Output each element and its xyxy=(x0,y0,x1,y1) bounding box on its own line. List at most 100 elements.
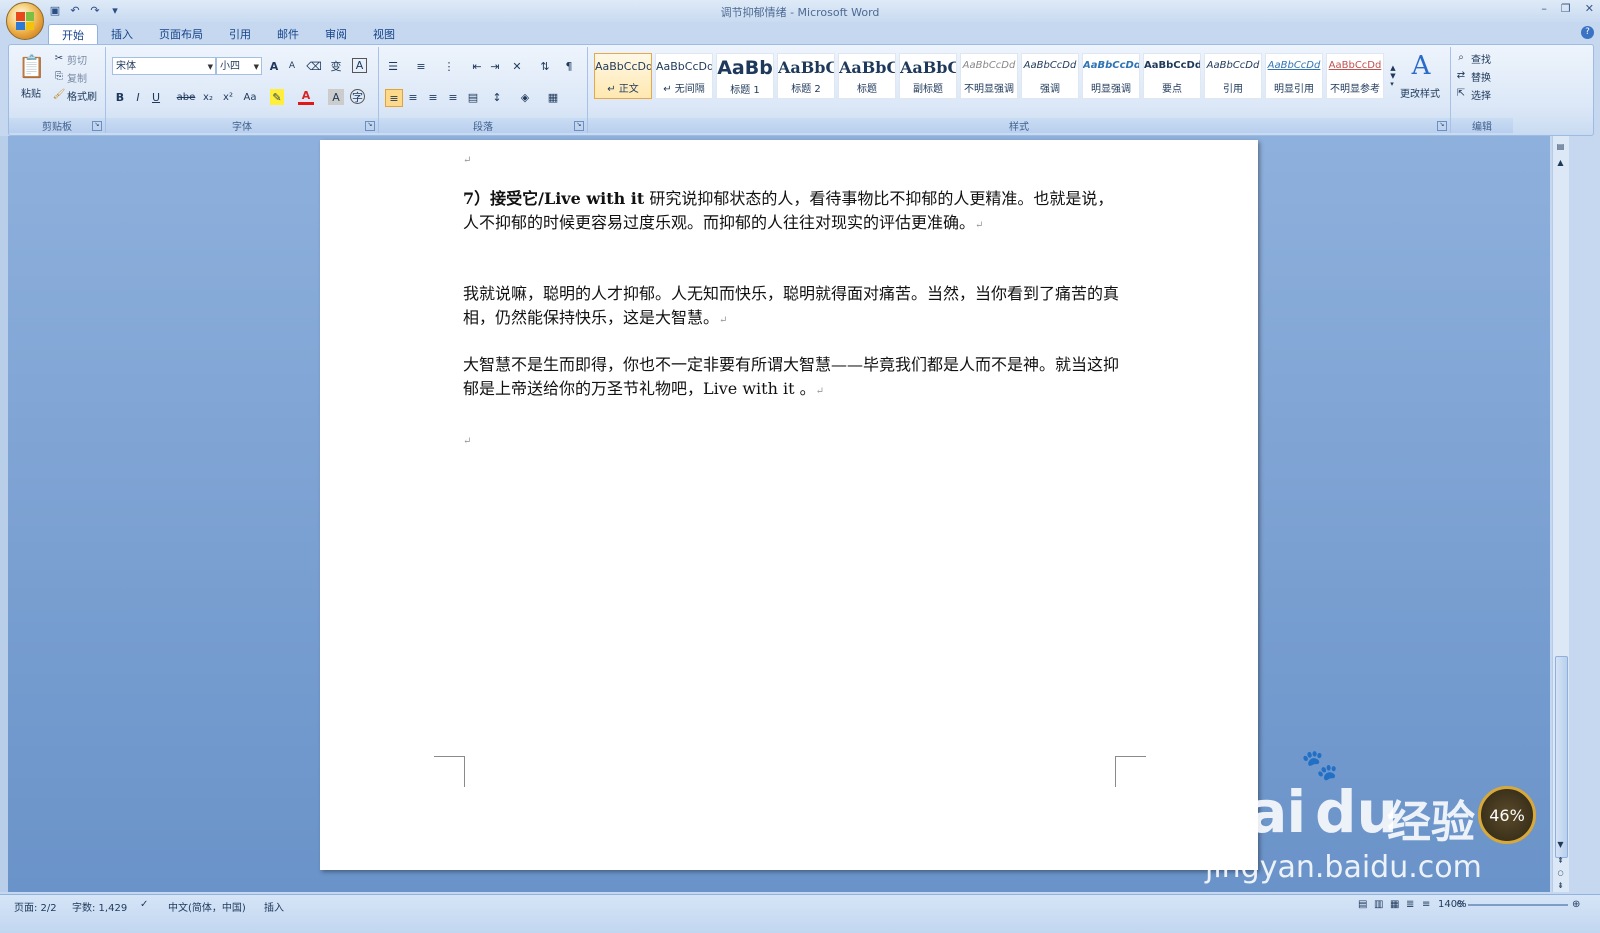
strikethrough-button[interactable]: abe xyxy=(176,89,196,105)
subscript-button[interactable]: x₂ xyxy=(200,89,216,105)
font-launcher-icon[interactable]: ↘ xyxy=(365,121,375,131)
language-indicator[interactable]: 中文(简体，中国) xyxy=(168,899,246,914)
browse-object-icon[interactable]: ○ xyxy=(1554,868,1567,878)
style-heading-1[interactable]: AaBb 标题 1 xyxy=(716,53,774,99)
insert-mode[interactable]: 插入 xyxy=(264,899,284,914)
scroll-up-icon[interactable]: ▲ xyxy=(1554,156,1567,168)
sort-icon[interactable]: ⇅ xyxy=(537,58,553,74)
web-layout-view-icon[interactable]: ▦ xyxy=(1390,899,1399,910)
scroll-thumb[interactable] xyxy=(1555,656,1568,858)
align-right-icon[interactable]: ≡ xyxy=(425,89,441,105)
clipboard-launcher-icon[interactable]: ↘ xyxy=(92,121,102,131)
draft-view-icon[interactable]: ≡ xyxy=(1422,899,1430,910)
paragraph-3[interactable]: 大智慧不是生而即得，你也不一定非要有所谓大智慧——毕竟我们都是人而不是神。就当这… xyxy=(463,353,1123,404)
font-name-combo[interactable]: 宋体 ▼ xyxy=(112,57,216,75)
styles-scroll-icon[interactable]: ▲ ▼ ▾ xyxy=(1388,53,1398,99)
highlight-icon[interactable]: ✎ xyxy=(270,89,284,105)
copy-icon[interactable]: ⎘ xyxy=(53,70,65,82)
font-color-icon[interactable]: A xyxy=(298,89,314,105)
proofing-icon[interactable]: ✓ xyxy=(140,899,148,910)
char-shading-icon[interactable]: A xyxy=(328,89,344,105)
style-subtle-reference[interactable]: AaBbCcDd 不明显参考 xyxy=(1326,53,1384,99)
style-normal[interactable]: AaBbCcDd ↵ 正文 xyxy=(594,53,652,99)
paste-icon[interactable]: 📋 xyxy=(18,53,45,81)
multilevel-list-icon[interactable]: ⋮ xyxy=(441,58,457,74)
superscript-button[interactable]: x² xyxy=(220,89,236,105)
chinese-layout-icon[interactable]: ✕ xyxy=(509,58,525,74)
numbering-icon[interactable]: ≡ xyxy=(413,58,429,74)
style-emphasis[interactable]: AaBbCcDd 强调 xyxy=(1021,53,1079,99)
distributed-icon[interactable]: ▤ xyxy=(465,89,481,105)
style-strong[interactable]: AaBbCcDd 要点 xyxy=(1143,53,1201,99)
style-subtitle[interactable]: AaBbC 副标题 xyxy=(899,53,957,99)
font-size-combo[interactable]: 小四 ▼ xyxy=(216,57,262,75)
scroll-down-icon[interactable]: ▼ xyxy=(1554,838,1567,850)
tab-home[interactable]: 开始 xyxy=(48,24,98,44)
line-spacing-icon[interactable]: ↕ xyxy=(489,89,505,105)
vertical-scrollbar[interactable]: ▤ ▲ ▼ ⇞ ○ ⇟ xyxy=(1552,136,1569,892)
style-intense-quote[interactable]: AaBbCcDd 明显引用 xyxy=(1265,53,1323,99)
help-icon[interactable]: ? xyxy=(1581,26,1594,39)
change-case-button[interactable]: Aa xyxy=(240,89,260,105)
clear-format-icon[interactable]: ⌫ xyxy=(306,58,322,74)
find-label[interactable]: 查找 xyxy=(1471,51,1491,66)
full-screen-view-icon[interactable]: ▥ xyxy=(1374,899,1383,910)
save-icon[interactable]: ▣ xyxy=(48,3,62,17)
minimize-icon[interactable]: – xyxy=(1541,2,1547,15)
restore-icon[interactable]: ❐ xyxy=(1561,2,1571,15)
tab-view[interactable]: 视图 xyxy=(360,24,408,44)
zoom-slider[interactable] xyxy=(1468,904,1568,906)
show-marks-icon[interactable]: ¶ xyxy=(561,58,577,74)
style-title[interactable]: AaBbC 标题 xyxy=(838,53,896,99)
paste-label[interactable]: 粘贴 xyxy=(21,85,41,100)
word-count[interactable]: 字数: 1,429 xyxy=(72,899,127,914)
styles-launcher-icon[interactable]: ↘ xyxy=(1437,121,1447,131)
prev-page-icon[interactable]: ⇞ xyxy=(1554,854,1567,866)
tab-mailings[interactable]: 邮件 xyxy=(264,24,312,44)
redo-icon[interactable]: ↷ xyxy=(88,3,102,17)
format-painter-icon[interactable]: 🖌 xyxy=(53,88,66,100)
document-page[interactable]: ↵ 7）接受它/Live with it 研究说抑郁状态的人，看待事物比不抑郁的… xyxy=(320,140,1258,870)
justify-icon[interactable]: ≡ xyxy=(445,89,461,105)
style-no-spacing[interactable]: AaBbCcDd ↵ 无间隔 xyxy=(655,53,713,99)
style-quote[interactable]: AaBbCcDd 引用 xyxy=(1204,53,1262,99)
ruler-toggle-icon[interactable]: ▤ xyxy=(1554,140,1567,152)
paragraph-launcher-icon[interactable]: ↘ xyxy=(574,121,584,131)
customize-qat-icon[interactable]: ▾ xyxy=(108,3,122,17)
underline-button[interactable]: U xyxy=(148,89,164,105)
paragraph-1[interactable]: 7）接受它/Live with it 研究说抑郁状态的人，看待事物比不抑郁的人更… xyxy=(463,187,1123,238)
char-border-icon[interactable]: A xyxy=(352,58,367,73)
phonetic-guide-icon[interactable]: 变 xyxy=(328,58,344,74)
borders-icon[interactable]: ▦ xyxy=(545,89,561,105)
style-subtle-emphasis[interactable]: AaBbCcDd 不明显强调 xyxy=(960,53,1018,99)
align-center-icon[interactable]: ≡ xyxy=(405,89,421,105)
select-label[interactable]: 选择 xyxy=(1471,87,1491,102)
style-intense-emphasis[interactable]: AaBbCcDd 明显强调 xyxy=(1082,53,1140,99)
copy-label[interactable]: 复制 xyxy=(67,70,87,85)
enclose-char-icon[interactable]: 字 xyxy=(350,89,365,104)
bold-button[interactable]: B xyxy=(112,89,128,105)
italic-button[interactable]: I xyxy=(130,89,146,105)
bullets-icon[interactable]: ☰ xyxy=(385,58,401,74)
zoom-in-icon[interactable]: ⊕ xyxy=(1572,899,1580,910)
increase-indent-icon[interactable]: ⇥ xyxy=(487,58,503,74)
tab-review[interactable]: 审阅 xyxy=(312,24,360,44)
cut-icon[interactable]: ✂ xyxy=(53,52,65,64)
outline-view-icon[interactable]: ≣ xyxy=(1406,899,1414,910)
page-indicator[interactable]: 页面: 2/2 xyxy=(14,899,57,914)
close-icon[interactable]: ✕ xyxy=(1585,2,1594,15)
change-styles-icon[interactable]: A xyxy=(1406,51,1436,81)
print-layout-view-icon[interactable]: ▤ xyxy=(1358,899,1367,910)
find-icon[interactable]: ⌕ xyxy=(1455,51,1467,63)
next-page-icon[interactable]: ⇟ xyxy=(1554,880,1567,890)
tab-insert[interactable]: 插入 xyxy=(98,24,146,44)
change-styles-label[interactable]: 更改样式 xyxy=(1400,85,1440,100)
tab-references[interactable]: 引用 xyxy=(216,24,264,44)
format-painter-label[interactable]: 格式刷 xyxy=(67,88,97,103)
cut-label[interactable]: 剪切 xyxy=(67,52,87,67)
align-left-icon[interactable]: ≡ xyxy=(385,89,403,107)
replace-icon[interactable]: ⇄ xyxy=(1455,69,1467,81)
zoom-out-icon[interactable]: ⊖ xyxy=(1456,899,1464,910)
select-icon[interactable]: ⇱ xyxy=(1455,87,1467,99)
grow-font-icon[interactable]: A xyxy=(266,58,282,74)
